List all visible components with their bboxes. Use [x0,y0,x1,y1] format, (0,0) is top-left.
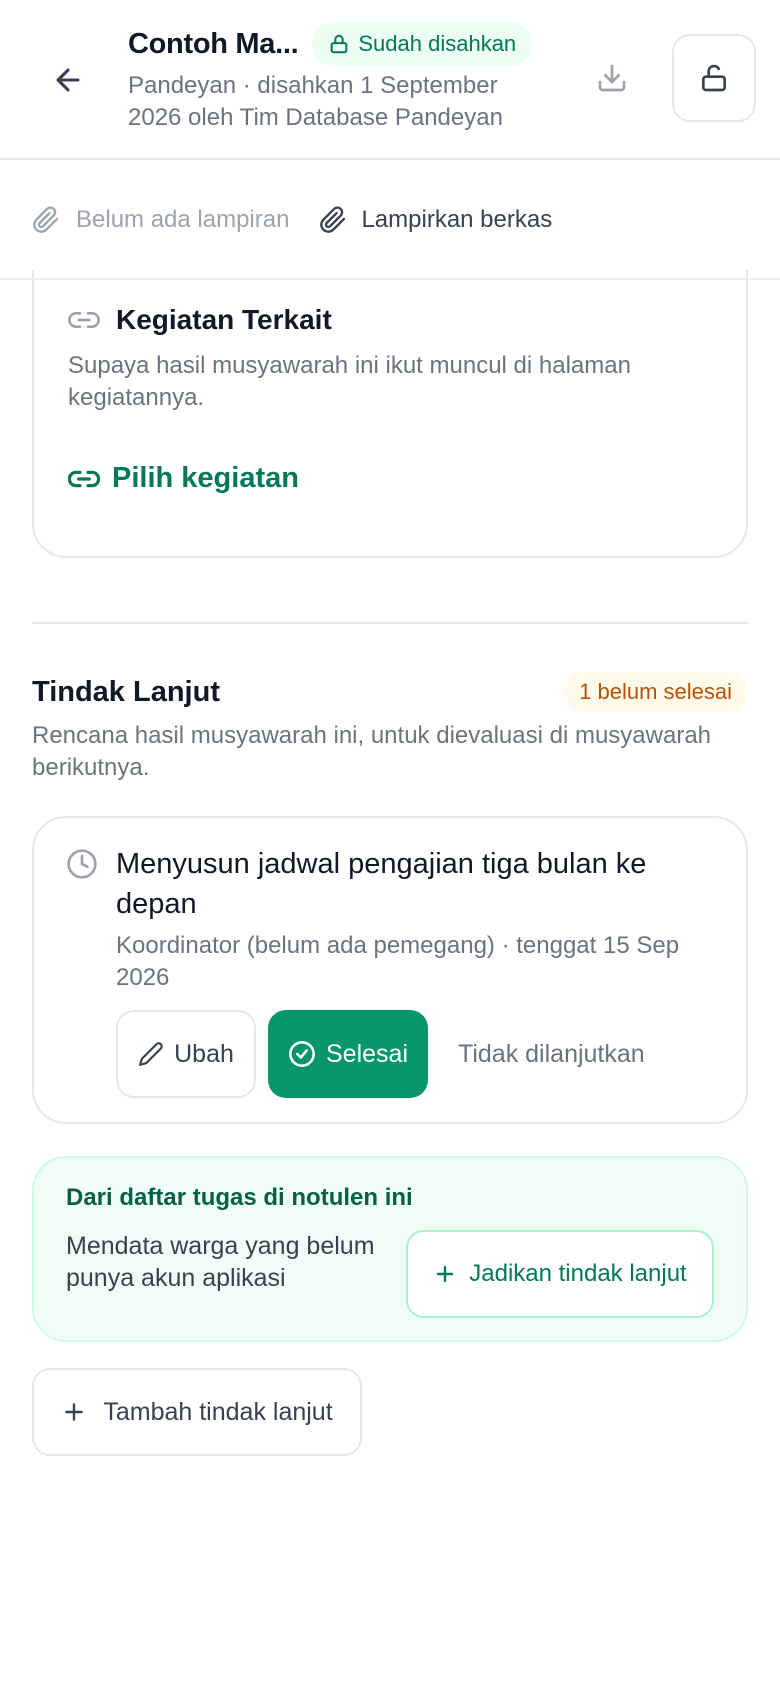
download-button[interactable] [588,54,636,102]
convert-to-follow-up-button[interactable]: Jadikan tindak lanjut [406,1230,714,1318]
paperclip-icon [32,206,60,234]
paperclip-icon [319,206,347,234]
title-row: Contoh Ma... Sudah disahkan [128,22,533,66]
related-activity-description: Supaya hasil musyawarah ini ikut muncul … [68,352,631,411]
mark-done-label: Selesai [326,1039,408,1068]
link-icon [68,463,100,495]
attachment-empty-state: Belum ada lampiran [32,206,289,234]
attachment-bar: Belum ada lampiran Lampirkan berkas [0,162,780,280]
arrow-left-icon [51,63,85,97]
follow-up-item-meta: Koordinator (belum ada pemegang) · tengg… [116,932,680,991]
page-title: Contoh Ma... [128,27,299,60]
app-header: Contoh Ma... Sudah disahkan Pandeyan · d… [0,0,780,160]
follow-up-title: Tindak Lanjut [32,676,220,708]
pencil-icon [138,1041,164,1067]
follow-up-item-actions: Ubah Selesai Tidak dilanjutkan [116,1010,663,1098]
plus-icon [433,1262,457,1286]
page-subtitle: Pandeyan · disahkan 1 September 2026 ole… [128,72,503,131]
related-activity-title: Kegiatan Terkait [116,304,332,335]
back-button[interactable] [44,56,92,104]
suggested-task-card: Dari daftar tugas di notulen ini Mendata… [32,1156,748,1342]
attach-file-button[interactable]: Lampirkan berkas [319,206,552,234]
suggested-task-heading: Dari daftar tugas di notulen ini [66,1184,413,1211]
suggested-task-text: Mendata warga yang belum punya akun apli… [66,1232,375,1292]
convert-to-follow-up-label: Jadikan tindak lanjut [469,1260,687,1287]
related-activity-card: Kegiatan Terkait Supaya hasil musyawarah… [32,270,748,558]
unlock-icon [698,62,730,94]
link-icon [68,304,100,336]
follow-up-item: Menyusun jadwal pengajian tiga bulan ke … [32,816,748,1124]
section-divider [32,622,748,624]
choose-activity-link[interactable]: Pilih kegiatan [68,462,299,495]
pending-count-badge: 1 belum selesai [563,672,748,712]
check-circle-icon [288,1040,316,1068]
lock-icon [328,33,350,55]
add-follow-up-label: Tambah tindak lanjut [103,1397,333,1426]
edit-label: Ubah [174,1039,234,1068]
status-badge: Sudah disahkan [312,22,533,66]
status-label: Sudah disahkan [358,31,517,56]
clock-icon [66,848,98,880]
discontinue-button[interactable]: Tidak dilanjutkan [440,1010,663,1098]
follow-up-item-title: Menyusun jadwal pengajian tiga bulan ke … [116,848,647,920]
related-activity-header: Kegiatan Terkait [68,304,332,336]
follow-up-description: Rencana hasil musyawarah ini, untuk diev… [32,722,712,781]
download-icon [596,62,628,94]
mark-done-button[interactable]: Selesai [268,1010,428,1098]
plus-icon [61,1399,87,1425]
edit-button[interactable]: Ubah [116,1010,256,1098]
add-follow-up-button[interactable]: Tambah tindak lanjut [32,1368,362,1456]
unlock-button[interactable] [672,34,756,122]
attach-file-label: Lampirkan berkas [361,206,553,233]
attachment-empty-label: Belum ada lampiran [76,206,290,233]
choose-activity-label: Pilih kegiatan [112,462,299,494]
